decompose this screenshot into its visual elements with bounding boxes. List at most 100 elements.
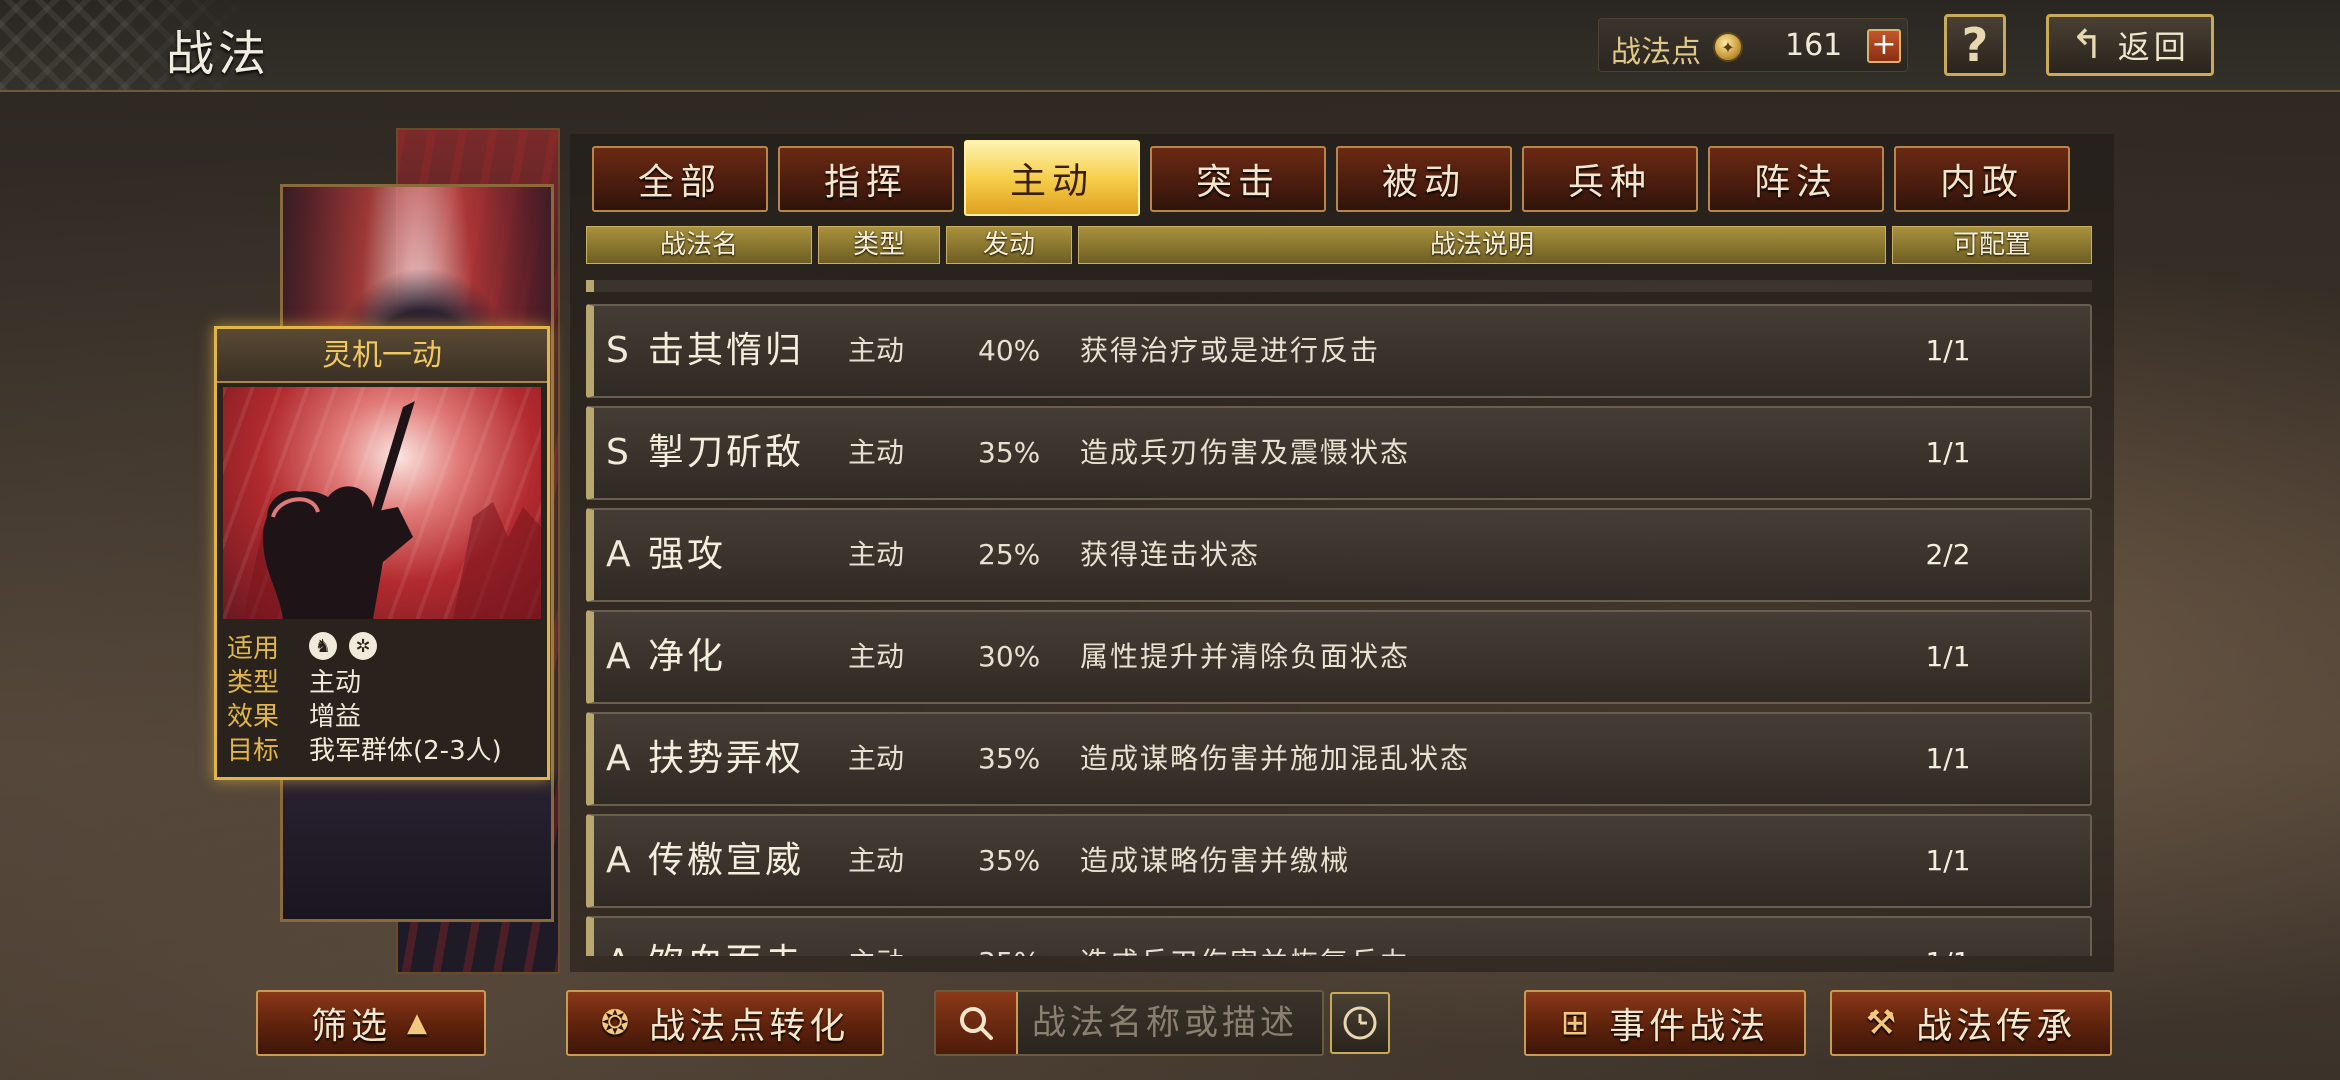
search-field[interactable]: [934, 990, 1324, 1056]
skill-info: 适用 ♞ ✲ 类型 主动 效果 增益 目标 我军群体(2-3人): [227, 629, 547, 766]
tab-all[interactable]: 全部: [592, 146, 768, 212]
column-header-name[interactable]: 战法名: [586, 226, 812, 264]
info-key: 适用: [227, 633, 280, 664]
info-row-applies: 适用 ♞ ✲: [227, 629, 547, 664]
trigger-rate: 35%: [978, 742, 1041, 775]
skill-type: 主动: [848, 640, 905, 673]
back-label: 返回: [2117, 28, 2190, 66]
skill-description: 造成兵刃伤害并恢复兵力: [1080, 918, 1410, 956]
list-item[interactable]: A 净化 主动 30% 属性提升并清除负面状态 1/1: [586, 610, 2092, 704]
skill-points-value: 161: [1785, 28, 1843, 63]
grade: A: [606, 918, 631, 956]
column-header-config[interactable]: 可配置: [1892, 226, 2092, 264]
grade: A: [606, 636, 631, 677]
convert-points-button[interactable]: ❂ 战法点转化: [566, 990, 884, 1056]
back-button[interactable]: ↰ 返回: [2046, 14, 2214, 76]
search-icon[interactable]: [936, 992, 1018, 1054]
page-title: 战法: [166, 26, 271, 82]
trigger-rate: 30%: [978, 640, 1041, 673]
trigger-rate: 35%: [978, 436, 1041, 469]
skill-type: 主动: [848, 844, 905, 877]
list-item[interactable]: S 掣刀斫敌 主动 35% 造成兵刃伤害及震慑状态 1/1: [586, 406, 2092, 500]
column-header-type[interactable]: 类型: [818, 226, 940, 264]
skill-inherit-button[interactable]: ⚒ 战法传承: [1830, 990, 2112, 1056]
skill-type: 主动: [848, 334, 905, 367]
info-key: 效果: [227, 701, 280, 732]
skill-description: 获得连击状态: [1080, 538, 1261, 571]
grade: A: [606, 840, 631, 881]
skill-name: 净化: [648, 636, 727, 677]
grade: A: [606, 534, 631, 575]
tab-formation[interactable]: 阵法: [1708, 146, 1884, 212]
list-item[interactable]: A 强攻 主动 25% 获得连击状态 2/2: [586, 508, 2092, 602]
info-key: 类型: [227, 667, 280, 698]
skill-description: 造成谋略伤害并缴械: [1080, 844, 1351, 877]
event-skills-button[interactable]: ⊞ 事件战法: [1524, 990, 1806, 1056]
skill-card-art: [223, 387, 541, 619]
tab-active[interactable]: 主动: [964, 140, 1140, 216]
config-count: 1/1: [1925, 334, 1971, 367]
applies-icons: ♞ ✲: [309, 632, 377, 660]
tab-internal[interactable]: 内政: [1894, 146, 2070, 212]
filter-button[interactable]: 筛选 ▲: [256, 990, 486, 1056]
info-row-target: 目标 我军群体(2-3人): [227, 731, 547, 766]
skill-points-label: 战法点: [1611, 35, 1701, 70]
shield-icon: ✲: [349, 632, 377, 660]
grade: S: [606, 330, 629, 371]
trigger-rate: 25%: [978, 538, 1041, 571]
tab-troop[interactable]: 兵种: [1522, 146, 1698, 212]
filter-label: 筛选: [310, 1006, 391, 1047]
tab-passive[interactable]: 被动: [1336, 146, 1512, 212]
skill-type: 主动: [848, 742, 905, 775]
info-row-type: 类型 主动: [227, 663, 547, 698]
config-count: 1/1: [1925, 640, 1971, 673]
magnifier-icon: [960, 1007, 993, 1040]
clock-icon: [1343, 1006, 1377, 1040]
tab-assault[interactable]: 突击: [1150, 146, 1326, 212]
column-header-description: 战法说明: [1078, 226, 1886, 264]
info-key: 目标: [227, 735, 280, 766]
skill-type: 主动: [848, 436, 905, 469]
list-item[interactable]: A 饮血而击 主动 35% 造成兵刃伤害并恢复兵力 1/1: [586, 916, 2092, 956]
skill-description: 造成兵刃伤害及震慑状态: [1080, 436, 1411, 469]
info-value: 增益: [309, 701, 362, 732]
skill-points-panel: 战法点 ✦ 161 +: [1598, 18, 1908, 72]
info-value: 我军群体(2-3人): [309, 735, 502, 766]
list-item[interactable]: A 扶势弄权 主动 35% 造成谋略伤害并施加混乱状态 1/1: [586, 712, 2092, 806]
config-count: 2/2: [1925, 538, 1971, 571]
category-tabs: 全部 指挥 主动 突击 被动 兵种 阵法 内政: [592, 140, 2070, 216]
column-header-trigger[interactable]: 发动: [946, 226, 1072, 264]
hammer-icon: ⚒: [1865, 1003, 1901, 1043]
card-lower-art: [283, 769, 551, 919]
skill-type: 主动: [848, 918, 904, 956]
cavalry-icon: ♞: [309, 632, 337, 660]
history-button[interactable]: [1330, 992, 1390, 1054]
selected-skill-card[interactable]: 灵机一动 适用 ♞ ✲ 类型 主动 效果 增益 目标 我军群体(2-3人): [214, 326, 550, 780]
skill-list-panel: 全部 指挥 主动 突击 被动 兵种 阵法 内政 战法名 类型 发动 战法说明 可…: [570, 134, 2114, 972]
event-skills-label: 事件战法: [1609, 1006, 1770, 1047]
list-item-partial: [586, 280, 2092, 292]
skill-description: 获得治疗或是进行反击: [1080, 334, 1381, 367]
search-input[interactable]: [1032, 1000, 1318, 1046]
skill-card-title: 灵机一动: [217, 329, 547, 383]
list-item[interactable]: S 击其惰归 主动 40% 获得治疗或是进行反击 1/1: [586, 304, 2092, 398]
warrior-silhouette-icon: [243, 401, 541, 619]
skill-name: 掣刀斫敌: [648, 432, 805, 473]
add-points-button[interactable]: +: [1867, 29, 1901, 63]
fire-coin-icon: ❂: [600, 1003, 634, 1043]
list-item[interactable]: A 传檄宣威 主动 35% 造成谋略伤害并缴械 1/1: [586, 814, 2092, 908]
scroll-icon: ⊞: [1560, 1003, 1594, 1043]
grade: A: [606, 738, 631, 779]
info-row-effect: 效果 增益: [227, 697, 547, 732]
skill-name: 击其惰归: [648, 330, 805, 371]
skill-name: 饮血而击: [648, 918, 804, 956]
config-count: 1/1: [1925, 436, 1971, 469]
tab-command[interactable]: 指挥: [778, 146, 954, 212]
skill-description: 造成谋略伤害并施加混乱状态: [1080, 742, 1471, 775]
help-button[interactable]: ?: [1944, 14, 2006, 76]
skill-list[interactable]: S 击其惰归 主动 40% 获得治疗或是进行反击 1/1 S 掣刀斫敌 主动 3…: [586, 280, 2092, 956]
grade: S: [606, 432, 629, 473]
skill-name: 扶势弄权: [648, 738, 805, 779]
coin-icon: ✦: [1713, 32, 1743, 62]
return-arrow-icon: ↰: [2070, 22, 2104, 68]
